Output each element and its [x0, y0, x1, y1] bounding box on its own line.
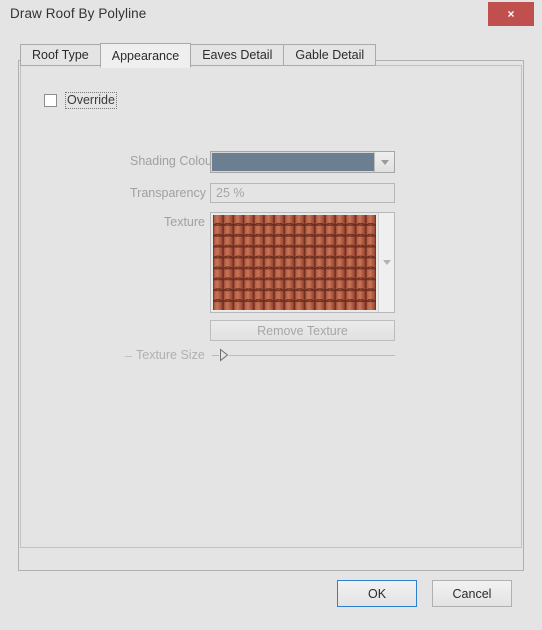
shading-colour-label: Shading Colour — [130, 154, 217, 168]
texture-size-thumb[interactable] — [218, 348, 230, 365]
title-bar: Draw Roof By Polyline × — [0, 0, 542, 29]
shading-colour-arrow[interactable] — [374, 152, 394, 172]
chevron-down-icon — [382, 260, 391, 265]
roof-tile-texture — [213, 215, 377, 310]
ok-button[interactable]: OK — [337, 580, 417, 607]
appearance-tab-panel: Override Shading Colour Transparency 25 … — [20, 65, 522, 548]
tab-eaves-detail[interactable]: Eaves Detail — [190, 44, 285, 66]
tab-roof-type[interactable]: Roof Type — [20, 44, 101, 66]
texture-size-label: Texture Size — [136, 348, 205, 362]
override-label: Override — [65, 92, 117, 109]
draw-roof-by-polyline-dialog: Draw Roof By Polyline × Roof Type Appear… — [0, 0, 542, 630]
transparency-label: Transparency — [130, 186, 206, 200]
shading-colour-swatch — [212, 153, 374, 171]
close-icon[interactable]: × — [488, 2, 534, 26]
override-row: Override — [44, 92, 117, 109]
texture-size-slider-row: – Texture Size — [125, 347, 395, 365]
texture-label: Texture — [164, 215, 205, 229]
cancel-button[interactable]: Cancel — [432, 580, 512, 607]
tab-gable-detail[interactable]: Gable Detail — [283, 44, 377, 66]
texture-scrollbar[interactable] — [378, 213, 394, 312]
remove-texture-button[interactable]: Remove Texture — [210, 320, 395, 341]
texture-size-track[interactable] — [229, 355, 395, 356]
transparency-input[interactable]: 25 % — [210, 183, 395, 203]
tab-appearance[interactable]: Appearance — [99, 43, 192, 68]
shading-colour-dropdown[interactable] — [210, 151, 395, 173]
override-checkbox[interactable] — [44, 94, 57, 107]
chevron-down-icon — [380, 159, 389, 165]
tab-strip: Roof Type Appearance Eaves Detail Gable … — [20, 42, 377, 68]
texture-preview[interactable] — [210, 212, 395, 313]
window-title: Draw Roof By Polyline — [10, 6, 147, 21]
texture-size-minus-icon: – — [125, 349, 132, 363]
